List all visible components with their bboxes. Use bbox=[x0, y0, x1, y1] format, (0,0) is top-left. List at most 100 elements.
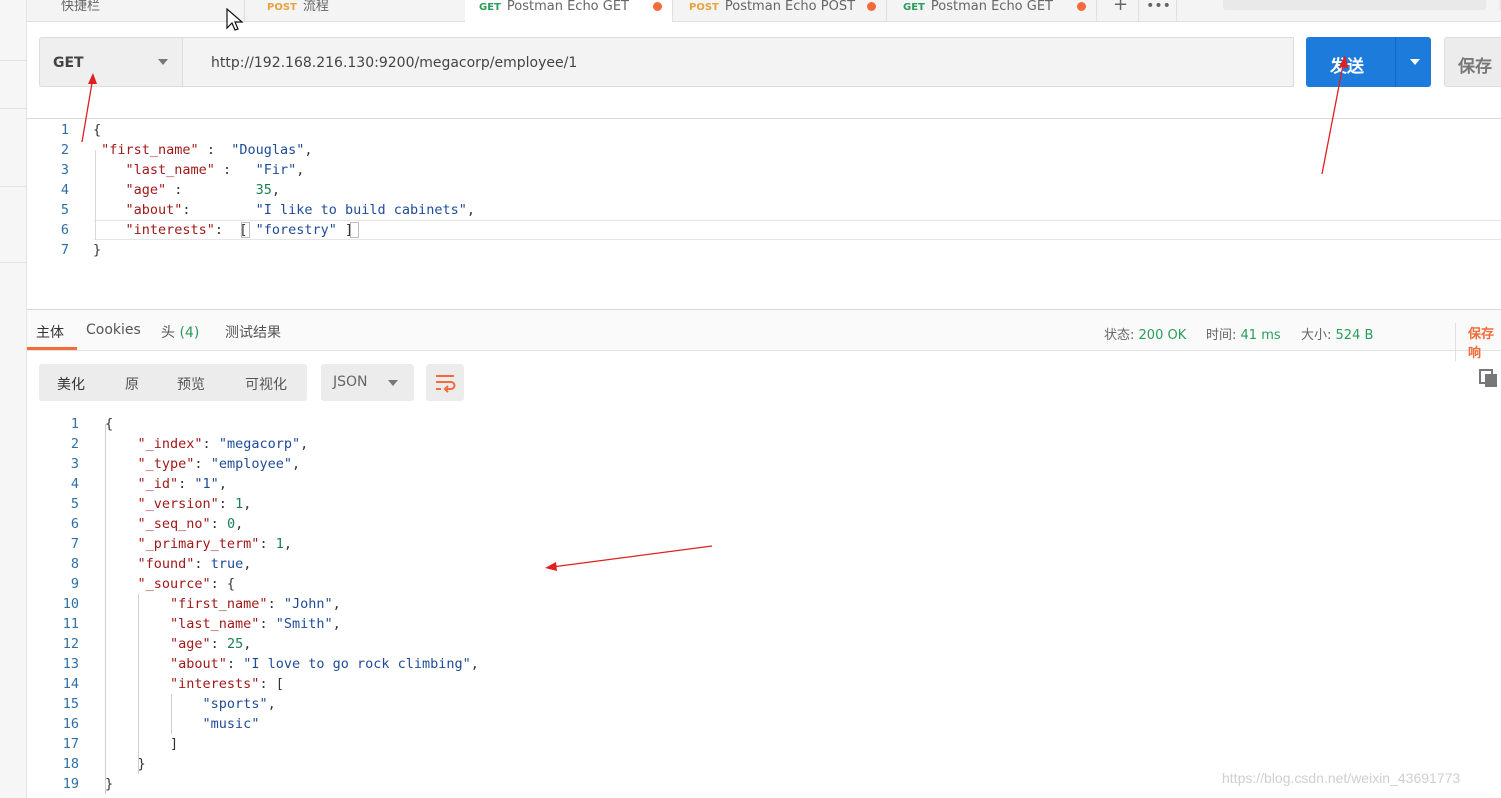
time-label: 时间: bbox=[1206, 328, 1237, 343]
url-input[interactable]: http://192.168.216.130:9200/megacorp/emp… bbox=[183, 37, 1294, 87]
line-number: 5 bbox=[60, 202, 69, 218]
code-text: "found": true, bbox=[105, 554, 252, 574]
unsaved-dot-icon bbox=[867, 2, 876, 11]
sidebar-divider bbox=[0, 186, 26, 187]
code-token: { bbox=[105, 416, 114, 432]
time-info: 时间: 41 ms bbox=[1206, 324, 1281, 343]
code-token: : { bbox=[210, 576, 236, 592]
format-select[interactable]: JSON bbox=[321, 364, 414, 401]
code-token: , bbox=[332, 596, 341, 612]
tab-response-headers[interactable]: 头 (4) bbox=[161, 322, 199, 342]
tab-test-results[interactable]: 测试结果 bbox=[225, 322, 281, 342]
view-raw[interactable]: 原 bbox=[125, 374, 139, 394]
method-select[interactable]: GET bbox=[39, 37, 183, 87]
view-visualize[interactable]: 可视化 bbox=[245, 374, 287, 394]
send-button[interactable]: 发送 bbox=[1306, 37, 1431, 87]
left-sidebar-strip bbox=[0, 0, 27, 798]
code-token: "_seq_no" bbox=[137, 516, 211, 532]
code-token: ] bbox=[105, 736, 179, 752]
tab-postman-echo-get-2[interactable]: GET Postman Echo GET bbox=[889, 0, 1097, 22]
code-token: "age" bbox=[170, 636, 211, 652]
tab-label: Postman Echo GET bbox=[506, 0, 629, 14]
line-number: 2 bbox=[60, 142, 69, 158]
tab-postman-echo-get[interactable]: GET Postman Echo GET bbox=[465, 0, 673, 22]
code-token: "John" bbox=[283, 596, 333, 612]
environment-selector[interactable] bbox=[1223, 0, 1486, 10]
save-button[interactable]: 保存 bbox=[1444, 37, 1501, 87]
code-token: "about" bbox=[125, 202, 183, 218]
code-token: : [ bbox=[214, 222, 256, 238]
code-text: "last_name" : "Fir", bbox=[93, 160, 305, 180]
code-token: "I love to go rock climbing" bbox=[243, 656, 471, 672]
mouse-cursor-icon bbox=[226, 8, 244, 31]
response-body-viewer[interactable]: 1 {2 "_index": "megacorp", 3 "_type": "emp… bbox=[27, 414, 1501, 798]
wrap-lines-icon bbox=[436, 375, 456, 393]
code-text: "_id": "1", bbox=[105, 474, 227, 494]
unsaved-dot-icon bbox=[653, 2, 662, 11]
tab-method: POST bbox=[267, 2, 297, 13]
code-text: "_seq_no": 0, bbox=[105, 514, 244, 534]
code-token: "found" bbox=[137, 556, 195, 572]
line-number: 11 bbox=[62, 616, 79, 632]
tab-flow[interactable]: POST 流程 bbox=[253, 0, 485, 22]
save-response-button[interactable]: 保存响 bbox=[1455, 323, 1501, 361]
status-value: 200 OK bbox=[1138, 328, 1187, 343]
tab-response-cookies[interactable]: Cookies bbox=[86, 322, 141, 338]
code-token: "age" bbox=[125, 182, 167, 198]
line-number: 1 bbox=[70, 416, 79, 432]
save-label: 保存 bbox=[1458, 57, 1492, 77]
line-number: 3 bbox=[60, 162, 69, 178]
headers-label: 头 bbox=[161, 325, 175, 341]
code-token: "first_name" bbox=[170, 596, 268, 612]
request-body-editor[interactable]: 1 {2 "first_name" : "Douglas", 3 "last_nam… bbox=[27, 120, 1501, 308]
tab-postman-echo-post[interactable]: POST Postman Echo POST bbox=[675, 0, 887, 22]
code-token: "_source" bbox=[137, 576, 211, 592]
code-token: , bbox=[267, 696, 276, 712]
code-token: , bbox=[332, 616, 341, 632]
code-token: "1" bbox=[194, 476, 219, 492]
view-preview[interactable]: 预览 bbox=[177, 374, 205, 394]
code-token: : bbox=[166, 182, 256, 198]
code-text: ] bbox=[105, 734, 178, 754]
add-tab-icon[interactable]: + bbox=[1103, 0, 1139, 22]
line-number: 19 bbox=[62, 776, 79, 792]
line-number: 16 bbox=[62, 716, 79, 732]
request-subtabs bbox=[27, 100, 1501, 119]
line-number: 10 bbox=[62, 596, 79, 612]
view-pretty[interactable]: 美化 bbox=[57, 374, 85, 394]
code-text: { bbox=[105, 414, 113, 434]
line-number: 1 bbox=[60, 122, 69, 138]
code-text: "_primary_term": 1, bbox=[105, 534, 292, 554]
url-value: http://192.168.216.130:9200/megacorp/emp… bbox=[211, 55, 578, 71]
code-text: "last_name": "Smith", bbox=[105, 614, 341, 634]
method-value: GET bbox=[53, 55, 84, 71]
line-number: 4 bbox=[70, 476, 79, 492]
code-token: { bbox=[93, 122, 102, 138]
code-token: ] bbox=[336, 222, 354, 238]
response-header-bar: 主体 Cookies 头 (4) 测试结果 状态: 200 OK 时间: 41 … bbox=[27, 309, 1501, 361]
size-info: 大小: 524 B bbox=[1301, 324, 1373, 343]
chevron-down-icon[interactable] bbox=[1410, 59, 1420, 65]
code-token: "first_name" bbox=[101, 142, 199, 158]
copy-icon[interactable] bbox=[1479, 369, 1499, 389]
tab-response-body[interactable]: 主体 bbox=[36, 322, 64, 342]
code-token: : bbox=[259, 616, 276, 632]
more-tabs-icon[interactable]: ••• bbox=[1141, 0, 1177, 22]
wrap-lines-button[interactable] bbox=[426, 364, 464, 401]
unsaved-dot-icon bbox=[1077, 2, 1086, 11]
sidebar-divider bbox=[0, 60, 26, 61]
code-token: "sports" bbox=[202, 696, 268, 712]
code-token: 0 bbox=[226, 516, 236, 532]
code-token: } bbox=[93, 242, 102, 258]
code-token: , bbox=[300, 436, 309, 452]
code-token: "_index" bbox=[137, 436, 203, 452]
tab-shortcuts[interactable]: 快捷栏 bbox=[27, 0, 245, 22]
line-number: 7 bbox=[70, 536, 79, 552]
